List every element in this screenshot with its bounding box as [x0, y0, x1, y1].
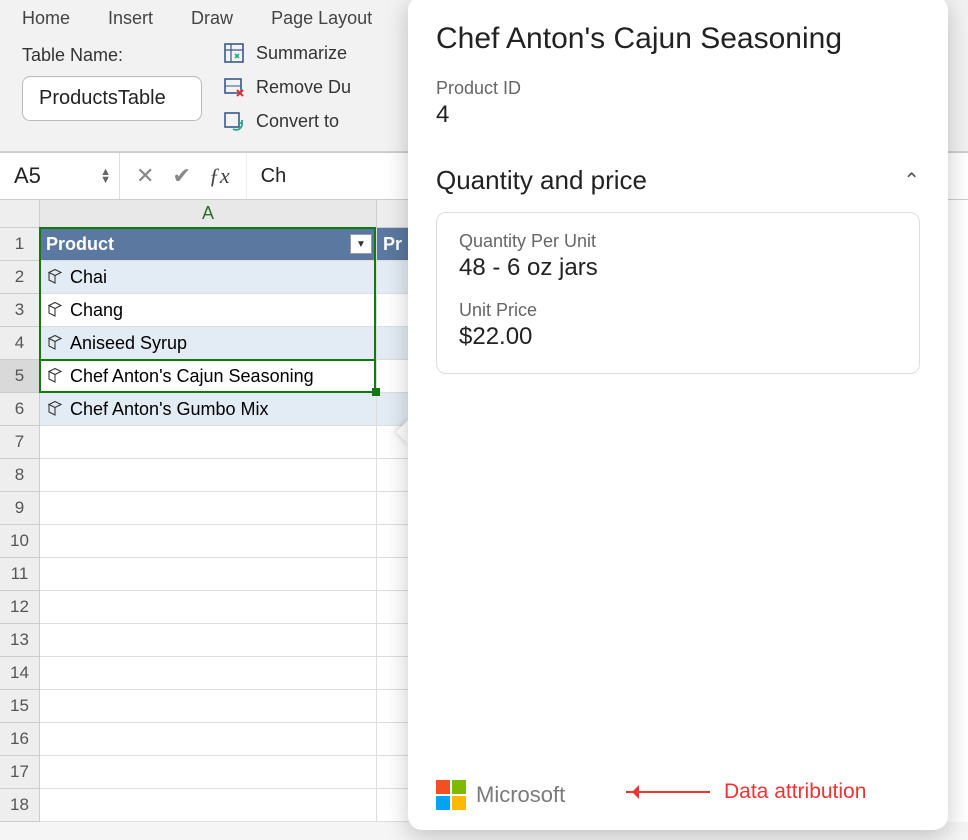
cell[interactable]: [40, 525, 377, 558]
pivot-icon: [222, 41, 246, 65]
row-header[interactable]: 12: [0, 591, 40, 624]
row-header[interactable]: 1: [0, 228, 40, 261]
row-header[interactable]: 3: [0, 294, 40, 327]
tab-home[interactable]: Home: [22, 8, 70, 29]
cell[interactable]: [40, 657, 377, 690]
remove-dup-icon: [222, 75, 246, 99]
row-header[interactable]: 6: [0, 393, 40, 426]
row-header[interactable]: 17: [0, 756, 40, 789]
table-name-input[interactable]: [22, 76, 202, 121]
tab-page-layout[interactable]: Page Layout: [271, 8, 372, 29]
tab-draw[interactable]: Draw: [191, 8, 233, 29]
cell[interactable]: [40, 624, 377, 657]
row-header[interactable]: 9: [0, 492, 40, 525]
annotation-text: Data attribution: [724, 780, 866, 804]
product-id-value: 4: [436, 101, 920, 129]
convert-label: Convert to: [256, 111, 339, 132]
cell[interactable]: [40, 756, 377, 789]
row-header[interactable]: 15: [0, 690, 40, 723]
card-title: Chef Anton's Cajun Seasoning: [436, 22, 920, 56]
data-cell[interactable]: Chef Anton's Cajun Seasoning: [40, 360, 377, 393]
row-header[interactable]: 14: [0, 657, 40, 690]
name-box[interactable]: A5 ▲▼: [0, 153, 120, 199]
convert-to-range-button[interactable]: Convert to: [222, 109, 351, 133]
annotation-arrow-icon: [626, 791, 710, 793]
select-all-corner[interactable]: [0, 200, 40, 228]
card-section-body: Quantity Per Unit 48 - 6 oz jars Unit Pr…: [436, 212, 920, 374]
cancel-icon[interactable]: ✕: [136, 163, 154, 189]
row-header[interactable]: 11: [0, 558, 40, 591]
row-header[interactable]: 10: [0, 525, 40, 558]
row-header[interactable]: 8: [0, 459, 40, 492]
row-header[interactable]: 16: [0, 723, 40, 756]
card-section-title: Quantity and price: [436, 165, 647, 196]
row-header[interactable]: 13: [0, 624, 40, 657]
summarize-label: Summarize: [256, 43, 347, 64]
filter-dropdown-icon[interactable]: ▼: [350, 234, 372, 254]
remove-duplicates-button[interactable]: Remove Du: [222, 75, 351, 99]
row-header[interactable]: 4: [0, 327, 40, 360]
cell[interactable]: [40, 789, 377, 822]
cell[interactable]: [40, 426, 377, 459]
tab-insert[interactable]: Insert: [108, 8, 153, 29]
provider-name: Microsoft: [476, 782, 565, 808]
card-section-header[interactable]: Quantity and price ⌃: [436, 165, 920, 196]
row-header[interactable]: 7: [0, 426, 40, 459]
cell[interactable]: [40, 459, 377, 492]
cell[interactable]: [40, 690, 377, 723]
cell[interactable]: [40, 492, 377, 525]
price-label: Unit Price: [459, 300, 897, 321]
name-box-stepper[interactable]: ▲▼: [100, 168, 111, 184]
cell[interactable]: [40, 558, 377, 591]
data-cell[interactable]: Aniseed Syrup: [40, 327, 377, 360]
summarize-with-pivot-button[interactable]: Summarize: [222, 41, 351, 65]
col-header-a[interactable]: A: [40, 200, 377, 228]
annotation: Data attribution: [626, 780, 866, 804]
price-value: $22.00: [459, 323, 897, 351]
data-cell[interactable]: Chai: [40, 261, 377, 294]
qpu-label: Quantity Per Unit: [459, 231, 897, 252]
fill-handle[interactable]: [372, 388, 380, 396]
table-header-product[interactable]: Product▼: [40, 228, 377, 261]
table-name-group: Table Name:: [22, 39, 202, 121]
row-header[interactable]: 2: [0, 261, 40, 294]
fx-icon[interactable]: ƒx: [209, 163, 230, 189]
enter-icon[interactable]: ✔: [172, 163, 190, 189]
chevron-up-icon[interactable]: ⌃: [903, 168, 920, 193]
row-header[interactable]: 18: [0, 789, 40, 822]
convert-icon: [222, 109, 246, 133]
cell[interactable]: [40, 723, 377, 756]
ribbon-tools: Summarize Remove Du Convert to: [222, 41, 351, 133]
table-name-label: Table Name:: [22, 45, 202, 66]
product-id-label: Product ID: [436, 78, 920, 99]
microsoft-logo-icon: [436, 780, 466, 810]
cell[interactable]: [40, 591, 377, 624]
name-box-value: A5: [14, 163, 41, 189]
qpu-value: 48 - 6 oz jars: [459, 254, 897, 282]
row-header[interactable]: 5: [0, 360, 40, 393]
data-cell[interactable]: Chang: [40, 294, 377, 327]
remove-dup-label: Remove Du: [256, 77, 351, 98]
data-cell[interactable]: Chef Anton's Gumbo Mix: [40, 393, 377, 426]
data-type-card: Chef Anton's Cajun Seasoning Product ID …: [408, 0, 948, 830]
